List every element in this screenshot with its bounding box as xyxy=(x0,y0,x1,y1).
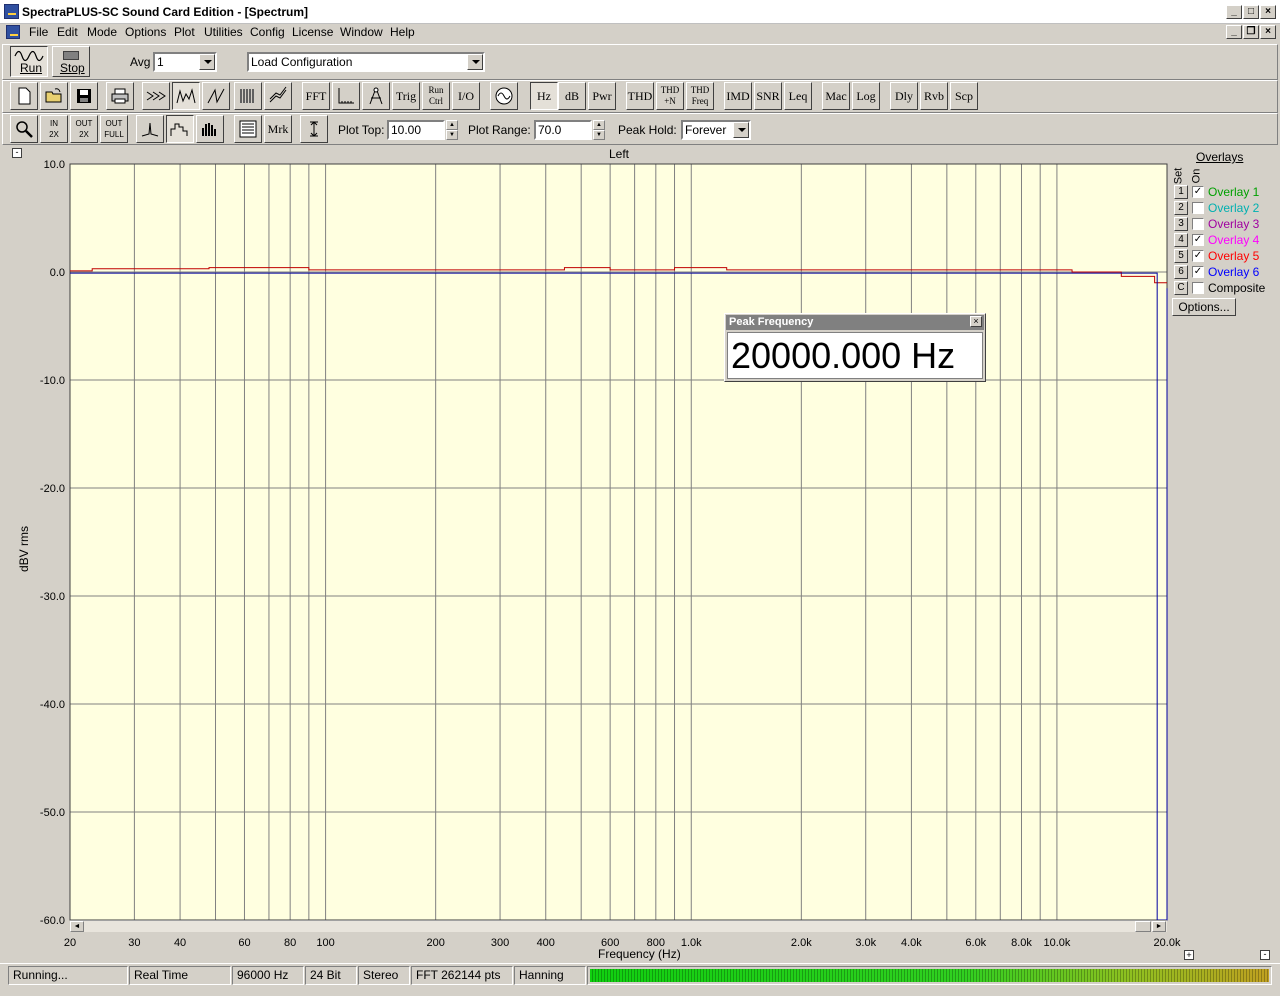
series-line-2 xyxy=(70,272,1168,921)
status-channels: Stereo xyxy=(358,966,410,985)
horizontal-scrollbar[interactable]: ◄ ► xyxy=(70,920,1167,932)
overlay-set-button[interactable]: 4 xyxy=(1174,233,1188,247)
x-tick-label: 4.0k xyxy=(901,937,922,949)
scroll-left-icon[interactable]: ◄ xyxy=(70,921,84,932)
overlay-label: Overlay 2 xyxy=(1208,201,1260,215)
level-meter xyxy=(587,966,1272,985)
on-header: On xyxy=(1190,168,1203,184)
peak-frequency-value: 20000.000 Hz xyxy=(727,332,983,379)
overlay-row: C Composite xyxy=(1174,281,1274,296)
overlay-checkbox[interactable] xyxy=(1192,202,1204,214)
scroll-right-icon[interactable]: ► xyxy=(1152,921,1166,932)
status-mode: Real Time xyxy=(129,966,231,985)
x-tick-label: 60 xyxy=(238,937,250,949)
status-rate: 96000 Hz xyxy=(232,966,304,985)
overlay-row: 1 ✓ Overlay 1 xyxy=(1174,185,1274,200)
y-tick-label: 0.0 xyxy=(50,267,65,279)
status-fft: FFT 262144 pts xyxy=(411,966,513,985)
level-meter-bar xyxy=(590,969,1269,982)
series-line-1 xyxy=(70,267,1167,284)
overlay-checkbox[interactable] xyxy=(1192,282,1204,294)
overlay-row: 6 ✓ Overlay 6 xyxy=(1174,265,1274,280)
overlay-label: Overlay 3 xyxy=(1208,217,1260,231)
overlay-row: 3 Overlay 3 xyxy=(1174,217,1274,232)
overlay-set-button[interactable]: 3 xyxy=(1174,217,1188,231)
set-header-holder: Set xyxy=(1172,165,1190,185)
y-tick-label: 10.0 xyxy=(44,159,65,171)
overlay-checkbox[interactable]: ✓ xyxy=(1192,266,1204,278)
spectrum-chart: 10.0 0.0 -10.0 -20.0 -30.0 -40.0 -50.0 -60.0 20 3… xyxy=(40,159,1181,949)
status-bits: 24 Bit xyxy=(305,966,357,985)
peak-frequency-caption[interactable]: Peak Frequency × xyxy=(726,315,984,330)
y-tick-label: -10.0 xyxy=(40,375,65,387)
overlay-checkbox[interactable]: ✓ xyxy=(1192,250,1204,262)
x-tick-label: 100 xyxy=(316,937,334,949)
overlay-set-button[interactable]: 6 xyxy=(1174,265,1188,279)
y-tick-label: -40.0 xyxy=(40,699,65,711)
x-tick-label: 30 xyxy=(128,937,140,949)
x-tick-label: 40 xyxy=(174,937,186,949)
x-tick-label: 6.0k xyxy=(965,937,986,949)
y-tick-label: -60.0 xyxy=(40,915,65,927)
overlay-row: 2 Overlay 2 xyxy=(1174,201,1274,216)
overlay-label: Overlay 4 xyxy=(1208,233,1260,247)
overlay-checkbox[interactable] xyxy=(1192,218,1204,230)
close-icon[interactable]: × xyxy=(970,316,982,327)
x-tick-label: 20 xyxy=(64,937,76,949)
overlay-checkbox[interactable]: ✓ xyxy=(1192,234,1204,246)
expand-icon[interactable]: + xyxy=(1184,950,1194,960)
overlay-options-button[interactable]: Options... xyxy=(1172,298,1236,316)
y-tick-label: -50.0 xyxy=(40,807,65,819)
peak-frequency-title: Peak Frequency xyxy=(729,316,814,328)
peak-frequency-window[interactable]: Peak Frequency × 20000.000 Hz xyxy=(724,313,986,382)
x-tick-label: 1.0k xyxy=(681,937,702,949)
x-axis-label: Frequency (Hz) xyxy=(598,947,681,961)
status-state: Running... xyxy=(8,966,128,985)
on-header-holder: On xyxy=(1190,165,1206,185)
x-tick-label: 300 xyxy=(491,937,509,949)
set-header: Set xyxy=(1172,167,1185,185)
overlay-row: 4 ✓ Overlay 4 xyxy=(1174,233,1274,248)
overlay-label: Overlay 5 xyxy=(1208,249,1260,263)
overlay-set-button[interactable]: C xyxy=(1174,281,1188,295)
overlay-checkbox[interactable]: ✓ xyxy=(1192,186,1204,198)
x-tick-label: 200 xyxy=(426,937,444,949)
x-tick-label: 10.0k xyxy=(1043,937,1070,949)
plot-border xyxy=(69,163,1168,921)
x-tick-label: 400 xyxy=(537,937,555,949)
y-tick-label: -20.0 xyxy=(40,483,65,495)
x-tick-label: 3.0k xyxy=(855,937,876,949)
overlay-set-button[interactable]: 2 xyxy=(1174,201,1188,215)
overlay-row: 5 ✓ Overlay 5 xyxy=(1174,249,1274,264)
x-tick-label: 20.0k xyxy=(1154,937,1181,949)
y-tick-label: -30.0 xyxy=(40,591,65,603)
overlay-label: Composite xyxy=(1208,281,1266,295)
y-axis-label: dBV rms xyxy=(17,526,31,573)
y-axis-label-holder: dBV rms xyxy=(6,520,36,580)
overlay-set-button[interactable]: 5 xyxy=(1174,249,1188,263)
overlay-label: Overlay 1 xyxy=(1208,185,1260,199)
overlay-set-button[interactable]: 1 xyxy=(1174,185,1188,199)
scroll-thumb[interactable] xyxy=(1135,921,1151,932)
overlay-label: Overlay 6 xyxy=(1208,265,1260,279)
status-window: Hanning xyxy=(514,966,586,985)
x-tick-label: 2.0k xyxy=(791,937,812,949)
collapse-icon[interactable]: - xyxy=(1260,950,1270,960)
x-tick-label: 8.0k xyxy=(1011,937,1032,949)
x-tick-label: 80 xyxy=(284,937,296,949)
overlays-title: Overlays xyxy=(1196,150,1244,164)
